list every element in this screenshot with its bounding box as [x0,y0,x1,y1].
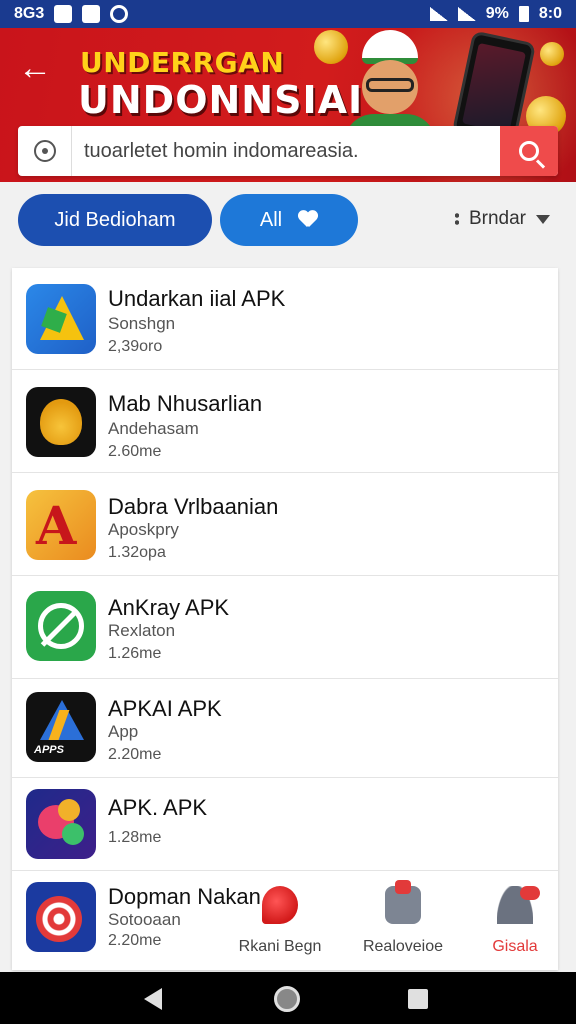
app-list: Undarkan iial APK Sonshgn 2,39oro Mab Nh… [12,268,558,970]
sort-dropdown[interactable]: Brndar [454,208,550,230]
circle-icon [33,140,56,162]
app-size: 2.20me [108,746,162,763]
tab-account-label: Gisala [492,938,538,955]
app-name: Dabra Vrlbaanian [108,494,279,519]
sync-icon [110,5,129,23]
app-icon-tag: APPS [34,744,64,756]
list-item[interactable]: A Dabra Vrlbaanian Aposkpry 1.32opa [12,474,558,576]
battery-percent: 9% [485,5,509,22]
brand-tagline: UNDERRGAN [80,46,285,79]
heart-icon [298,211,318,229]
list-item[interactable]: Mab Nhusarlian Andehasam 2.60me [12,371,558,473]
search-bar [18,126,558,176]
nav-recents-icon[interactable] [408,989,428,1009]
search-input[interactable] [72,126,500,176]
app-size: 2,39oro [108,338,163,355]
filter-pill-category[interactable]: Jid Bedioham [18,194,212,246]
app-subtitle: App [108,722,139,741]
notification-badge [520,886,540,900]
app-size: 2.20me [108,932,162,949]
notification-icon [54,5,73,23]
status-left: 8G3 [14,5,129,23]
list-item[interactable]: APPS APKAI APK App 2.20me [12,680,558,778]
list-item[interactable]: Undarkan iial APK Sonshgn 2,39oro [12,268,558,370]
search-icon [519,141,539,161]
tab-account[interactable]: Gisala [472,880,558,966]
phone-screen [462,42,526,134]
nav-home-icon[interactable] [274,986,300,1012]
inbox-icon [385,880,421,924]
app-subtitle: Sonshgn [108,314,176,333]
tab-home-label: Rkani Begn [238,938,322,955]
coin-decoration [540,42,564,66]
list-item[interactable]: AnKray APK Rexlaton 1.26me [12,577,558,679]
search-button[interactable] [500,126,558,176]
home-icon [262,886,298,924]
app-size: 1.32opa [108,544,166,561]
sort-label: Brndar [468,208,526,229]
filter-row: Jid Bedioham All Brndar [0,182,576,258]
tab-home[interactable]: Rkani Begn [228,880,332,966]
app-subtitle: Sotooaan [108,910,181,929]
status-left-text: 8G3 [14,5,45,22]
app-name: AnKray APK [108,595,230,620]
status-bar: 8G3 9% 8:0 [0,0,576,28]
search-lead [18,126,72,176]
app-size: 1.26me [108,645,162,662]
tab-updates-label: Realoveioe [362,938,444,955]
app-size: 1.28me [108,829,162,846]
battery-icon [518,6,529,22]
mascot-hat [362,30,418,64]
app-icon-target [26,882,96,952]
app-icon-maps [26,284,96,354]
filter-pill-all-label: All [259,208,283,231]
app-name: Mab Nhusarlian [108,391,263,416]
brand-title: UNDONNSIAI [78,78,364,122]
signal-icon [429,7,448,21]
list-item[interactable]: APK. APK 1.28me [12,779,558,871]
clock: 8:0 [538,5,562,22]
status-right: 9% 8:0 [429,5,562,23]
app-notification-icon [82,5,101,23]
app-subtitle: Aposkpry [108,520,179,539]
system-nav-bar [0,972,576,1024]
tab-updates[interactable]: Realoveioe [358,880,448,966]
app-name: APKAI APK [108,696,222,721]
app-icon-flame [26,387,96,457]
back-arrow-icon[interactable]: ← [18,50,58,90]
filter-pill-category-label: Jid Bedioham [54,208,176,231]
app-subtitle: Andehasam [108,419,199,438]
app-size: 2.60me [108,443,162,460]
chevron-down-icon [536,214,550,224]
wifi-icon [457,7,476,21]
app-name: APK. APK [108,795,208,820]
filter-pill-all[interactable]: All [220,194,358,246]
nav-back-icon[interactable] [144,988,162,1010]
app-icon-palette [26,789,96,859]
app-icon-compass [26,591,96,661]
app-icon-letter-a: A [26,490,96,560]
more-vert-icon [454,212,459,226]
app-icon-apps: APPS [26,692,96,762]
bottom-tab-bar: Rkani Begn Realoveioe Gisala [228,880,558,966]
app-name: Undarkan iial APK [108,286,286,311]
mascot-glasses [366,78,414,92]
app-subtitle: Rexlaton [108,621,176,640]
